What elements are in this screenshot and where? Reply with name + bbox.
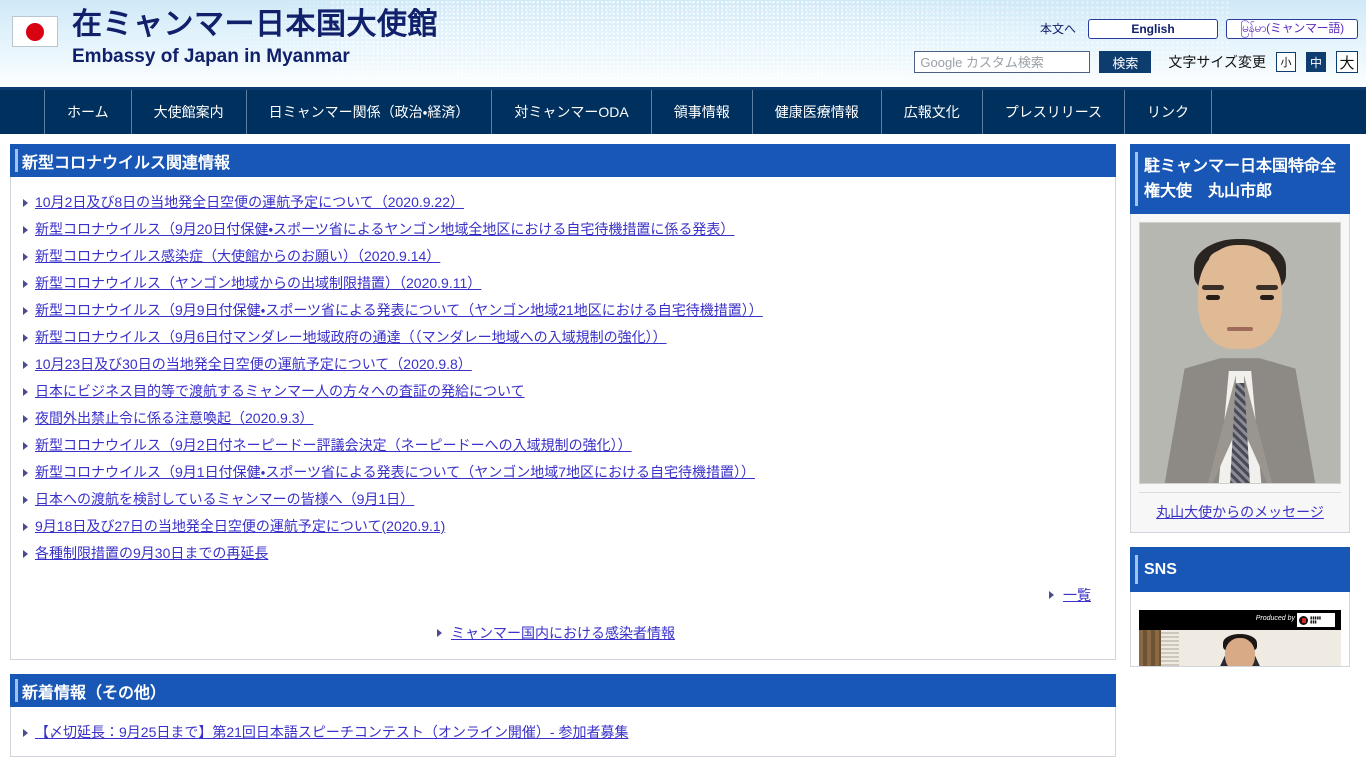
nav-item-about[interactable]: 大使館案内 <box>130 90 246 134</box>
list-item: 新型コロナウイルス（ヤンゴン地域からの出域制限措置）（2020.9.11） <box>23 270 1105 297</box>
list-item: 日本にビジネス目的等で渡航するミャンマー人の方々への査証の発給について <box>23 378 1105 405</box>
infection-info-link[interactable]: ミャンマー国内における感染者情報 <box>437 623 675 643</box>
list-item: 新型コロナウイルス（9月6日付マンダレー地域政府の通達（（マンダレー地域への入域… <box>23 324 1105 351</box>
site-title-en: Embassy of Japan in Myanmar <box>72 46 350 67</box>
corona-more-row: 一覧 <box>11 567 1115 605</box>
list-item: 10月2日及び8日の当地発全日空便の運航予定について（2020.9.22） <box>23 189 1105 216</box>
nav-item-consular[interactable]: 領事情報 <box>650 90 752 134</box>
corona-link-5[interactable]: 新型コロナウイルス（9月9日付保健・スポーツ省による発表について（ヤンゴン地域2… <box>35 302 763 318</box>
infection-info-row: ミャンマー国内における感染者情報 <box>11 605 1115 649</box>
header-utility-area: 本文へ English မြန်မာ(ミャンマー語) 検索 文字サイズ変更 小 … <box>914 18 1358 73</box>
nav-item-culture[interactable]: 広報文化 <box>880 90 982 134</box>
corona-section-panel: 10月2日及び8日の当地発全日空便の運航予定について（2020.9.22） 新型… <box>10 177 1116 660</box>
news-section-title: 新着情報（その他） <box>10 674 1116 707</box>
corona-link-7[interactable]: 10月23日及び30日の当地発全日空便の運航予定について（2020.9.8） <box>35 356 472 372</box>
news-section-panel: 【〆切延長：9月25日まで】第21回日本語スピーチコンテスト（オンライン開催）-… <box>10 707 1116 757</box>
font-size-small-button[interactable]: 小 <box>1276 52 1296 72</box>
nav-item-press[interactable]: プレスリリース <box>981 90 1124 134</box>
main-navigation: ホーム 大使館案内 日ミャンマー関係（政治・経済） 対ミャンマーODA 領事情報… <box>0 90 1366 134</box>
site-header: 在ミャンマー日本国大使館 Embassy of Japan in Myanmar… <box>0 0 1366 90</box>
corona-link-3[interactable]: 新型コロナウイルス感染症（大使館からのお願い）（2020.9.14） <box>35 248 440 264</box>
font-size-medium-button[interactable]: 中 <box>1306 52 1326 72</box>
corona-list-all-link[interactable]: 一覧 <box>1049 585 1091 605</box>
language-button-myanmar[interactable]: မြန်မာ(ミャンマー語) <box>1226 18 1358 39</box>
ambassador-message-link[interactable]: 丸山大使からのメッセージ <box>1156 504 1324 520</box>
ambassador-title: 駐ミャンマー日本国特命全権大使 丸山市郎 <box>1130 144 1350 214</box>
corona-link-4[interactable]: 新型コロナウイルス（ヤンゴン地域からの出域制限措置）（2020.9.11） <box>35 275 481 291</box>
corona-link-13[interactable]: 9月18日及び27日の当地発全日空便の運航予定について(2020.9.1) <box>35 518 445 534</box>
skip-to-content-link[interactable]: 本文へ <box>1036 18 1080 39</box>
list-item: 新型コロナウイルス（9月1日付保健・スポーツ省による発表について（ヤンゴン地域7… <box>23 459 1105 486</box>
list-item: 新型コロナウイルス感染症（大使館からのお願い）（2020.9.14） <box>23 243 1105 270</box>
ambassador-box: 駐ミャンマー日本国特命全権大使 丸山市郎 丸山大使からのメッセージ <box>1130 144 1350 533</box>
japan-flag-icon <box>12 16 58 47</box>
ambassador-body: 丸山大使からのメッセージ <box>1130 214 1350 533</box>
nav-item-home[interactable]: ホーム <box>44 90 131 134</box>
list-item: 新型コロナウイルス（9月20日付保健・スポーツ省によるヤンゴン地域全地区における… <box>23 216 1105 243</box>
corona-link-14[interactable]: 各種制限措置の9月30日までの再延長 <box>35 545 268 561</box>
corona-link-6[interactable]: 新型コロナウイルス（9月6日付マンダレー地域政府の通達（（マンダレー地域への入域… <box>35 329 667 345</box>
list-item: 10月23日及び30日の当地発全日空便の運航予定について（2020.9.8） <box>23 351 1105 378</box>
sns-title: SNS <box>1130 547 1350 592</box>
nav-item-links[interactable]: リンク <box>1124 90 1213 134</box>
list-item: 夜間外出禁止令に係る注意喚起（2020.9.3） <box>23 405 1105 432</box>
list-item: 新型コロナウイルス（9月9日付保健・スポーツ省による発表について（ヤンゴン地域2… <box>23 297 1105 324</box>
nav-item-relations[interactable]: 日ミャンマー関係（政治・経済） <box>245 90 492 134</box>
sns-box: SNS Produced by ▮▮▮▮▮ ▮▮▮ <box>1130 547 1350 667</box>
corona-information-section: 新型コロナウイルス関連情報 10月2日及び8日の当地発全日空便の運航予定について… <box>10 144 1116 660</box>
corona-link-list: 10月2日及び8日の当地発全日空便の運航予定について（2020.9.22） 新型… <box>11 189 1115 567</box>
search-button[interactable]: 検索 <box>1099 51 1152 73</box>
search-input[interactable] <box>914 51 1091 73</box>
font-size-label: 文字サイズ変更 <box>1168 54 1266 70</box>
news-link-1[interactable]: 【〆切延長：9月25日まで】第21回日本語スピーチコンテスト（オンライン開催）-… <box>35 724 628 740</box>
language-button-english[interactable]: English <box>1088 18 1218 39</box>
corona-section-title: 新型コロナウイルス関連情報 <box>10 144 1116 177</box>
font-size-large-button[interactable]: 大 <box>1336 51 1358 73</box>
nav-item-oda[interactable]: 対ミャンマーODA <box>491 90 650 134</box>
page-body: 新型コロナウイルス関連情報 10月2日及び8日の当地発全日空便の運航予定について… <box>0 134 1366 757</box>
news-link-list: 【〆切延長：9月25日まで】第21回日本語スピーチコンテスト（オンライン開催）-… <box>11 719 1115 746</box>
corona-link-11[interactable]: 新型コロナウイルス（9月1日付保健・スポーツ省による発表について（ヤンゴン地域7… <box>35 464 755 480</box>
corona-link-12[interactable]: 日本への渡航を検討しているミャンマーの皆様へ（9月1日） <box>35 491 414 507</box>
corona-link-1[interactable]: 10月2日及び8日の当地発全日空便の運航予定について（2020.9.22） <box>35 194 464 210</box>
list-item: 新型コロナウイルス（9月2日付ネーピードー評議会決定（ネーピードーへの入域規制の… <box>23 432 1105 459</box>
sns-video-thumbnail[interactable]: Produced by ▮▮▮▮▮ ▮▮▮ <box>1139 610 1341 666</box>
corona-link-10[interactable]: 新型コロナウイルス（9月2日付ネーピードー評議会決定（ネーピードーへの入域規制の… <box>35 437 632 453</box>
sns-body: Produced by ▮▮▮▮▮ ▮▮▮ <box>1130 592 1350 667</box>
main-content-column: 新型コロナウイルス関連情報 10月2日及び8日の当地発全日空便の運航予定について… <box>10 144 1116 757</box>
list-item: 9月18日及び27日の当地発全日空便の運航予定について(2020.9.1) <box>23 513 1105 540</box>
site-brand[interactable]: 在ミャンマー日本国大使館 Embassy of Japan in Myanmar <box>12 10 438 66</box>
corona-link-2[interactable]: 新型コロナウイルス（9月20日付保健・スポーツ省によるヤンゴン地域全地区における… <box>35 221 734 237</box>
news-other-section: 新着情報（その他） 【〆切延長：9月25日まで】第21回日本語スピーチコンテスト… <box>10 674 1116 757</box>
ambassador-message-row: 丸山大使からのメッセージ <box>1139 492 1341 522</box>
site-title-jp: 在ミャンマー日本国大使館 <box>72 8 438 41</box>
video-produced-by-label: Produced by <box>1255 615 1295 622</box>
sidebar-column: 駐ミャンマー日本国特命全権大使 丸山市郎 丸山大使からのメッセージ SNS Pr… <box>1130 144 1350 681</box>
corona-link-9[interactable]: 夜間外出禁止令に係る注意喚起（2020.9.3） <box>35 410 314 426</box>
nav-item-health[interactable]: 健康医療情報 <box>751 90 881 134</box>
producer-logo-icon: ▮▮▮▮▮ ▮▮▮ <box>1297 613 1335 627</box>
list-item: 【〆切延長：9月25日まで】第21回日本語スピーチコンテスト（オンライン開催）-… <box>23 719 1105 746</box>
corona-link-8[interactable]: 日本にビジネス目的等で渡航するミャンマー人の方々への査証の発給について <box>35 383 525 399</box>
ambassador-portrait-photo <box>1139 222 1341 484</box>
list-item: 日本への渡航を検討しているミャンマーの皆様へ（9月1日） <box>23 486 1105 513</box>
list-item: 各種制限措置の9月30日までの再延長 <box>23 540 1105 567</box>
